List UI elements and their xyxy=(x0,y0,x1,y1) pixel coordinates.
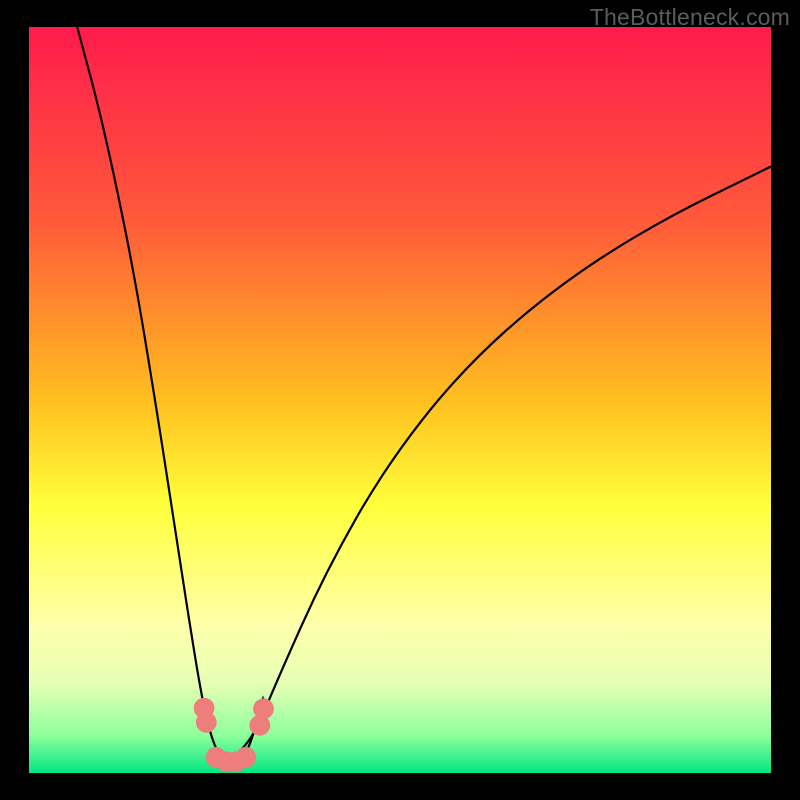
data-marker xyxy=(235,747,256,768)
right-curve xyxy=(223,167,771,765)
left-curve xyxy=(77,27,263,764)
chart-svg xyxy=(29,27,771,773)
data-marker xyxy=(196,712,217,733)
data-marker xyxy=(253,698,274,719)
marker-group xyxy=(194,698,274,773)
outer-frame: TheBottleneck.com xyxy=(0,0,800,800)
